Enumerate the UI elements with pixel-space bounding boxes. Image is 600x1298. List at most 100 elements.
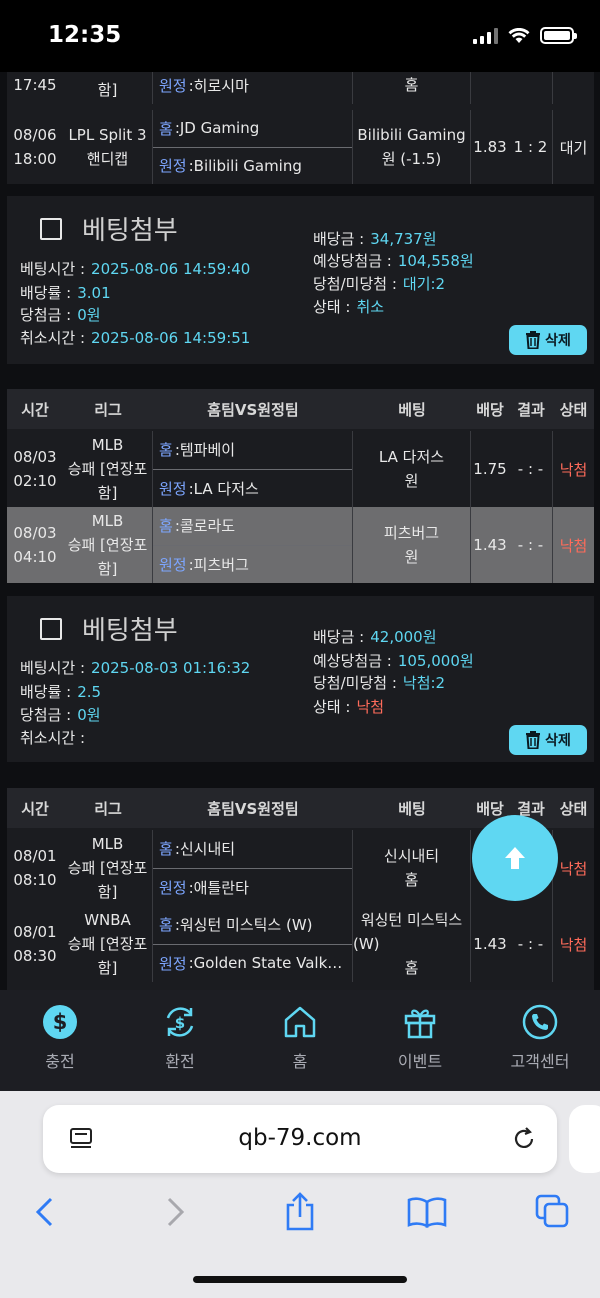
nav-support[interactable]: 고객센터 bbox=[480, 990, 600, 1091]
match-teams: 홈:워싱턴 미스틱스 (W) 원정:Golden State Valk… bbox=[153, 906, 353, 982]
arrow-up-icon bbox=[505, 847, 525, 869]
trash-icon bbox=[526, 331, 541, 349]
league-name: MLB 승패 [연장포 함] bbox=[63, 431, 153, 507]
attach-title: 베팅첨부 bbox=[82, 616, 178, 646]
browser-toolbar: qb-79.com bbox=[0, 1091, 600, 1298]
cancel-time: 취소시간 :2025-08-06 14:59:51 bbox=[20, 329, 251, 347]
match-datetime: 08/03 02:10 bbox=[13, 448, 57, 490]
reload-icon[interactable] bbox=[511, 1126, 537, 1152]
nav-home[interactable]: 홈 bbox=[240, 990, 360, 1091]
attach-checkbox[interactable] bbox=[40, 218, 62, 240]
clock: 12:35 bbox=[48, 22, 122, 48]
tabs-icon[interactable] bbox=[535, 1194, 571, 1230]
match-teams: 홈:템파베이 원정:LA 다저스 bbox=[153, 431, 353, 507]
odds-value: 1.43 bbox=[473, 935, 507, 953]
odds-value: 1.43 bbox=[473, 536, 507, 554]
status-value: 낙첨 bbox=[559, 935, 588, 954]
odds-rate: 배당률 :2.5 bbox=[20, 683, 102, 701]
away-team: 원정:애틀란타 bbox=[159, 878, 249, 897]
delete-button[interactable]: 삭제 bbox=[509, 725, 587, 755]
home-team: 홈:콜로라도 bbox=[153, 507, 352, 546]
away-team: 원정:Bilibili Gaming bbox=[159, 156, 302, 176]
gift-icon bbox=[404, 1009, 436, 1039]
status-value: 낙첨 bbox=[559, 460, 588, 479]
expected-win: 예상당첨금 :104,558원 bbox=[313, 252, 474, 270]
status-value: 대기 bbox=[559, 138, 588, 157]
bet-state: 상태 : 낙첨 bbox=[313, 698, 385, 716]
trash-icon bbox=[526, 731, 541, 749]
phone-icon bbox=[522, 1004, 558, 1040]
table-row: 08/01 08:30 WNBA 승패 [연장포 함] 홈:워싱턴 미스틱스 (W) … bbox=[7, 906, 594, 982]
status-value: 낙첨 bbox=[559, 536, 588, 555]
home-team: 홈:템파베이 bbox=[153, 431, 352, 470]
bet-pick: 피츠버그 원 bbox=[353, 507, 471, 583]
svg-text:$: $ bbox=[53, 1010, 68, 1034]
league-name: MLB 승패 [연장포 함] bbox=[63, 830, 153, 906]
bet-time: 베팅시간 :2025-08-06 14:59:40 bbox=[20, 260, 251, 278]
wifi-icon bbox=[508, 27, 530, 43]
win-amount: 당첨금 :0원 bbox=[20, 306, 101, 324]
attach-title: 베팅첨부 bbox=[82, 216, 178, 246]
nav-deposit[interactable]: $ 충전 bbox=[0, 990, 120, 1091]
url-text: qb-79.com bbox=[238, 1125, 362, 1151]
home-team: 홈:JD Gaming bbox=[153, 110, 352, 148]
odds-rate: 배당률 :3.01 bbox=[20, 284, 111, 302]
bet-time: 베팅시간 :2025-08-03 01:16:32 bbox=[20, 659, 251, 677]
status-bar: 12:35 bbox=[0, 0, 600, 72]
bet-pick: LA 다저스 원 bbox=[353, 431, 471, 507]
bet-summary-2: 베팅첨부 베팅시간 :2025-08-03 01:16:32 배당률 :2.5 … bbox=[7, 596, 594, 762]
status-value: 낙첨 bbox=[559, 859, 588, 878]
result-value: - : - bbox=[509, 431, 553, 507]
match-teams: 홈:콜로라도 원정:피츠버그 bbox=[153, 507, 353, 583]
home-team: 홈:워싱턴 미스틱스 (W) bbox=[153, 906, 352, 945]
bookmarks-icon[interactable] bbox=[407, 1196, 447, 1228]
home-indicator bbox=[193, 1276, 407, 1283]
bet-state: 상태 : 취소 bbox=[313, 298, 385, 316]
match-datetime: 08/01 08:30 bbox=[13, 923, 57, 965]
bottom-nav: $ 충전 $ 환전 홈 이벤트 고객센터 bbox=[0, 990, 600, 1091]
back-icon[interactable] bbox=[33, 1196, 57, 1228]
address-bar[interactable]: qb-79.com bbox=[43, 1105, 557, 1173]
nav-event[interactable]: 이벤트 bbox=[360, 990, 480, 1091]
league-name: WNBA 승패 [연장포 함] bbox=[63, 906, 153, 982]
table-header: 시간 리그 홈팀VS원정팀 베팅 배당 결과 상태 bbox=[7, 389, 594, 429]
share-icon[interactable] bbox=[284, 1191, 316, 1231]
nav-withdraw[interactable]: $ 환전 bbox=[120, 990, 240, 1091]
stake-amount: 배당금 :34,737원 bbox=[313, 230, 437, 248]
away-team: 원정:LA 다저스 bbox=[159, 479, 259, 498]
bet-pick: Bilibili Gaming 원 (-1.5) bbox=[353, 110, 471, 184]
home-team: 홈:신시내티 bbox=[153, 830, 352, 869]
bet-summary-1: 베팅첨부 베팅시간 :2025-08-06 14:59:40 배당률 :3.01… bbox=[7, 196, 594, 364]
next-tab-peek[interactable] bbox=[569, 1105, 600, 1173]
table-row: 08/06 18:00 LPL Split 3 핸디캡 홈:JD Gaming … bbox=[7, 110, 594, 184]
match-datetime: 08/01 08:10 bbox=[13, 847, 57, 889]
scroll-top-button[interactable] bbox=[472, 815, 558, 901]
odds-value: 1.83 bbox=[473, 138, 507, 156]
match-datetime: 08/03 04:10 bbox=[13, 524, 57, 566]
win-amount: 당첨금 :0원 bbox=[20, 706, 101, 724]
win-lose-count: 당첨/미당첨 : 대기:2 bbox=[313, 275, 446, 293]
bet-pick: 워싱턴 미스틱스 (W) 홈 bbox=[353, 906, 471, 982]
match-datetime: 08/06 18:00 bbox=[13, 126, 57, 168]
signal-icon bbox=[473, 27, 498, 44]
match-teams: 홈:JD Gaming 원정:Bilibili Gaming bbox=[153, 110, 353, 184]
odds-value: 1.75 bbox=[473, 460, 507, 478]
away-team: 원정:피츠버그 bbox=[159, 555, 249, 574]
table-row: 08/03 02:10 MLB 승패 [연장포 함] 홈:템파베이 원정:LA 다저스… bbox=[7, 431, 594, 507]
win-lose-count: 당첨/미당첨 : 낙첨:2 bbox=[313, 674, 446, 692]
forward-icon[interactable] bbox=[163, 1196, 187, 1228]
result-value: - : - bbox=[509, 507, 553, 583]
bet-pick: 신시내티 홈 bbox=[353, 830, 471, 906]
table-row: 08/03 04:10 MLB 승패 [연장포 함] 홈:콜로라도 원정:피츠버그 피… bbox=[7, 507, 594, 583]
result-value: 1 : 2 bbox=[509, 110, 553, 184]
away-team: 원정:Golden State Valk… bbox=[159, 954, 343, 973]
battery-icon bbox=[540, 27, 577, 44]
home-icon bbox=[284, 1006, 316, 1038]
attach-checkbox[interactable] bbox=[40, 618, 62, 640]
bet-panel-2: 시간 리그 홈팀VS원정팀 베팅 배당 결과 상태 08/03 02:10 MLB… bbox=[7, 389, 594, 583]
dollar-icon: $ bbox=[43, 1005, 77, 1039]
bet-panel-1: 17:45 함] 원정:히로시마 홈 08/06 18:00 LPL Split… bbox=[7, 66, 594, 184]
exchange-icon: $ bbox=[166, 1007, 194, 1037]
expected-win: 예상당첨금 :105,000원 bbox=[313, 652, 474, 670]
delete-button[interactable]: 삭제 bbox=[509, 325, 587, 355]
